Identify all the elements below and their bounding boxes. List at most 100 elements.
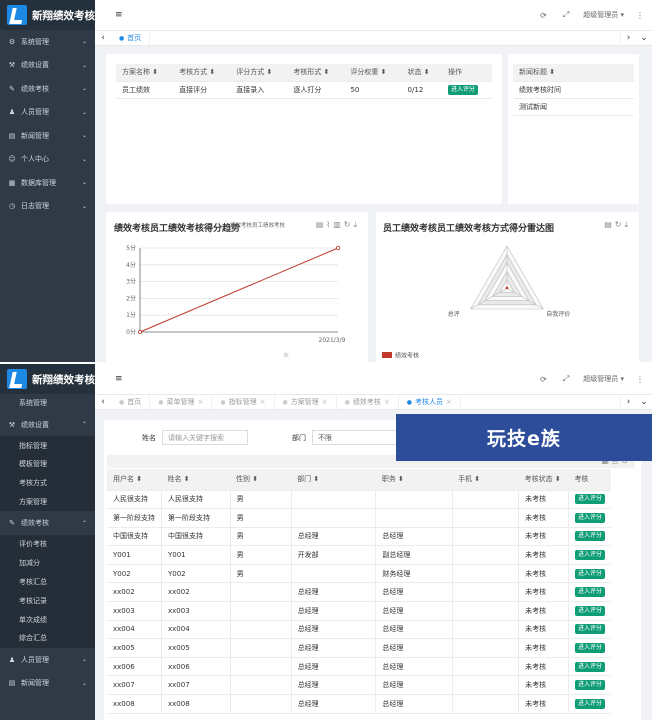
- tab-scroll-right-icon[interactable]: ›: [620, 397, 636, 407]
- fullscreen-icon[interactable]: ⤢: [563, 374, 569, 384]
- table-row[interactable]: 人民很支持 人民很支持 男 未考核 进入评分: [107, 490, 611, 510]
- column-header[interactable]: 手机 ⬍: [452, 469, 519, 491]
- news-row[interactable]: 测试新闻: [513, 98, 634, 116]
- tab[interactable]: ● 绩效考核 ×: [337, 395, 399, 409]
- tab-menu-icon[interactable]: ⌄: [636, 33, 652, 43]
- sidebar-subitem[interactable]: 方案管理: [0, 493, 95, 512]
- sidebar-item[interactable]: ▤ 新闻管理 ⌄: [0, 124, 95, 148]
- tab[interactable]: ● 方案管理 ×: [275, 395, 337, 409]
- sidebar-item[interactable]: ▦ 数据库管理 ⌄: [0, 171, 95, 195]
- column-header[interactable]: 状态 ⬍: [401, 64, 443, 82]
- table-row[interactable]: xx006 xx006 总经理 总经理 未考核 进入评分: [107, 657, 611, 677]
- user-menu[interactable]: 超级管理员 ▾: [583, 10, 624, 20]
- data-point[interactable]: [138, 330, 143, 335]
- sidebar-subitem[interactable]: 加减分: [0, 554, 95, 573]
- bar-type-icon[interactable]: ▥: [333, 220, 344, 229]
- sidebar-item[interactable]: ✎ 绩效考核 ⌄: [0, 77, 95, 101]
- news-row[interactable]: 绩效考核时间: [513, 81, 634, 99]
- enter-score-button[interactable]: 进入评分: [574, 605, 605, 616]
- sidebar-item[interactable]: ⚒ 绩效设置 ⌄: [0, 54, 95, 78]
- more-icon[interactable]: ⋮: [636, 11, 644, 20]
- tab-close-icon[interactable]: ×: [260, 398, 266, 406]
- user-menu[interactable]: 超级管理员 ▾: [583, 374, 624, 384]
- tab[interactable]: ● 菜单管理 ×: [150, 395, 213, 409]
- menu-toggle-icon[interactable]: ≡: [115, 374, 123, 384]
- sidebar-subitem[interactable]: 考核方式: [0, 474, 95, 493]
- sidebar-subitem[interactable]: 模板管理: [0, 455, 95, 474]
- column-header[interactable]: 考核状态 ⬍: [518, 469, 569, 491]
- enter-score-button[interactable]: 进入评分: [574, 494, 605, 505]
- sidebar-subitem[interactable]: 考核记录: [0, 591, 95, 610]
- sidebar-group-appraisal[interactable]: ✎ 绩效考核 ⌃: [0, 511, 95, 535]
- zoom-handle[interactable]: [283, 352, 289, 358]
- save-image-icon[interactable]: ▤: [316, 220, 327, 229]
- enter-score-button[interactable]: 进入评分: [574, 680, 605, 691]
- column-header[interactable]: 考核方式 ⬍: [173, 64, 231, 82]
- tab-close-icon[interactable]: ×: [384, 398, 390, 406]
- column-header[interactable]: 部门 ⬍: [291, 469, 376, 491]
- enter-score-button[interactable]: 进入评分: [574, 568, 605, 579]
- radar-legend-label[interactable]: 绩效考核: [395, 352, 419, 360]
- refresh-icon[interactable]: ⟳: [540, 11, 547, 20]
- tab-scroll-left-icon[interactable]: ‹: [95, 33, 111, 43]
- table-row[interactable]: xx002 xx002 总经理 总经理 未考核 进入评分: [107, 582, 611, 603]
- sidebar-group-settings[interactable]: ⚒ 绩效设置 ⌃: [0, 413, 95, 437]
- sidebar-item-people[interactable]: ♟ 人员管理 ⌄: [0, 648, 95, 672]
- refresh-icon[interactable]: ⟳: [540, 375, 547, 384]
- sidebar-subitem[interactable]: 单次成绩: [0, 610, 95, 629]
- table-row[interactable]: Y001 Y001 男 开发部 副总经理 未考核 进入评分: [107, 545, 611, 565]
- enter-score-button[interactable]: 进入评分: [574, 512, 605, 523]
- column-header[interactable]: 考核: [568, 469, 611, 491]
- download-icon[interactable]: ⤓: [624, 220, 631, 229]
- download-icon[interactable]: ⤓: [353, 220, 360, 229]
- column-header[interactable]: 方案名称 ⬍: [116, 64, 174, 82]
- tab[interactable]: ● 指标管理 ×: [212, 395, 275, 409]
- enter-score-button[interactable]: 进入评分: [574, 698, 605, 709]
- data-point[interactable]: [335, 245, 340, 250]
- table-row[interactable]: xx007 xx007 总经理 总经理 未考核 进入评分: [107, 675, 611, 696]
- radar-point[interactable]: [505, 286, 509, 290]
- enter-score-button[interactable]: 进入评分: [574, 550, 605, 561]
- sidebar-item-news[interactable]: ▤ 新闻管理 ⌄: [0, 671, 95, 695]
- tab[interactable]: ● 首页: [111, 395, 151, 409]
- table-row[interactable]: xx008 xx008 总经理 总经理 未考核 进入评分: [107, 694, 611, 714]
- column-header[interactable]: 姓名 ⬍: [161, 469, 231, 491]
- sidebar-item-system[interactable]: 系统管理: [0, 394, 95, 413]
- column-header[interactable]: 评分权重 ⬍: [344, 64, 402, 82]
- tab-menu-icon[interactable]: ⌄: [636, 397, 652, 407]
- sidebar-item[interactable]: ☺ 个人中心 ⌄: [0, 148, 95, 172]
- tab-close-icon[interactable]: ×: [322, 398, 328, 406]
- column-header[interactable]: 性别 ⬍: [230, 469, 292, 491]
- enter-score-button[interactable]: 进入评分: [574, 661, 605, 672]
- column-header[interactable]: 评分方式 ⬍: [230, 64, 288, 82]
- name-search-input[interactable]: 请输入关键字搜索: [162, 430, 248, 445]
- tab[interactable]: ● 考核人员 ×: [399, 395, 461, 409]
- enter-score-button[interactable]: 进入评分: [574, 531, 605, 542]
- tab-close-icon[interactable]: ×: [198, 398, 204, 406]
- save-image-icon[interactable]: ▤: [604, 220, 615, 229]
- tab-home[interactable]: ● 首页: [111, 31, 151, 45]
- sidebar-item[interactable]: ♟ 人员管理 ⌄: [0, 101, 95, 125]
- sidebar-subitem[interactable]: 评价考核: [0, 535, 95, 554]
- tab-scroll-left-icon[interactable]: ‹: [95, 397, 111, 407]
- enter-score-button[interactable]: 进入评分: [574, 624, 605, 635]
- table-row[interactable]: xx004 xx004 总经理 总经理 未考核 进入评分: [107, 620, 611, 640]
- table-row[interactable]: xx005 xx005 总经理 总经理 未考核 进入评分: [107, 638, 611, 658]
- sidebar-item[interactable]: ◷ 日志管理 ⌄: [0, 195, 95, 219]
- table-row[interactable]: 中国很支持 中国很支持 男 总经理 总经理 未考核 进入评分: [107, 527, 611, 547]
- sidebar-subitem[interactable]: 考核汇总: [0, 573, 95, 592]
- menu-toggle-icon[interactable]: ≡: [115, 10, 123, 20]
- table-row[interactable]: xx003 xx003 总经理 总经理 未考核 进入评分: [107, 601, 611, 621]
- enter-score-button[interactable]: 进入评分: [574, 587, 605, 598]
- column-header[interactable]: 考核形式 ⬍: [287, 64, 345, 82]
- column-header[interactable]: 用户名 ⬍: [107, 469, 162, 491]
- tab-scroll-right-icon[interactable]: ›: [620, 33, 636, 43]
- fullscreen-icon[interactable]: ⤢: [563, 10, 569, 20]
- restore-icon[interactable]: ↻: [344, 220, 354, 229]
- sidebar-item[interactable]: ⚙ 系统管理 ⌄: [0, 30, 95, 54]
- more-icon[interactable]: ⋮: [636, 375, 644, 384]
- table-row[interactable]: Y002 Y002 男 财务经理 未考核 进入评分: [107, 564, 611, 584]
- enter-score-button[interactable]: 进入评分: [448, 84, 479, 95]
- column-header[interactable]: 操作: [442, 64, 492, 82]
- table-row[interactable]: 第一阶段支持 第一阶段支持 男 未考核 进入评分: [107, 508, 611, 528]
